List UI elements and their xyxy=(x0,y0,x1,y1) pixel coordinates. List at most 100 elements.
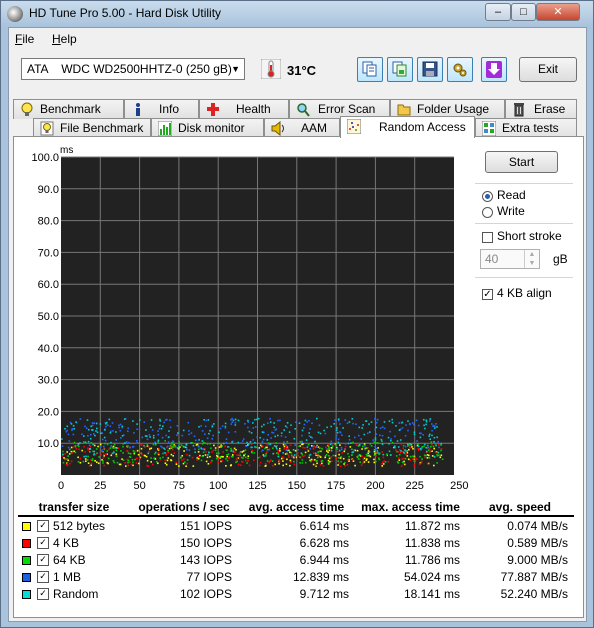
copy-screenshot-button[interactable] xyxy=(387,57,413,82)
tab-disk-monitor[interactable]: Disk monitor xyxy=(151,118,264,138)
data-point xyxy=(352,422,354,425)
menu-help[interactable]: Help xyxy=(52,32,77,46)
data-point xyxy=(330,425,332,428)
data-point xyxy=(358,444,361,446)
data-point xyxy=(240,451,242,453)
data-point xyxy=(165,463,168,466)
data-point xyxy=(251,450,254,452)
data-point xyxy=(197,457,200,460)
tab-file-benchmark[interactable]: File Benchmark xyxy=(33,118,151,138)
data-point xyxy=(308,419,310,422)
series-checkbox[interactable]: ✓ xyxy=(37,520,49,533)
data-point xyxy=(236,460,238,463)
data-point xyxy=(79,418,82,420)
copy-text-button[interactable] xyxy=(357,57,383,82)
y-tick-label: 50.0 xyxy=(38,311,59,323)
data-point xyxy=(311,445,313,447)
avg-speed-cell: 0.589 MB/s xyxy=(507,535,568,550)
data-point xyxy=(77,456,79,459)
tab-extra-tests[interactable]: Extra tests xyxy=(475,118,577,138)
max-access-cell: 11.838 ms xyxy=(404,535,460,550)
data-point xyxy=(152,463,154,466)
data-point xyxy=(247,460,249,462)
tab-benchmark[interactable]: Benchmark xyxy=(13,99,124,119)
tab-random-access[interactable]: Random Access xyxy=(340,116,475,138)
series-checkbox[interactable]: ✓ xyxy=(37,588,49,601)
data-point xyxy=(437,451,440,454)
maximize-button[interactable]: □ xyxy=(511,3,536,21)
data-point xyxy=(293,454,296,456)
data-point xyxy=(209,429,211,432)
speaker-icon xyxy=(271,121,284,136)
spin-down-icon[interactable]: ▼ xyxy=(524,259,539,268)
close-button[interactable]: ✕ xyxy=(536,3,580,21)
data-point xyxy=(289,461,292,463)
data-point xyxy=(285,449,288,451)
data-point xyxy=(407,429,409,432)
exit-button[interactable]: Exit xyxy=(519,57,577,82)
download-button[interactable] xyxy=(481,57,507,82)
minimize-button[interactable]: – xyxy=(485,3,511,21)
floppy-disk-icon xyxy=(422,61,438,77)
data-point xyxy=(107,424,109,426)
trash-icon xyxy=(514,103,524,117)
tab-erase[interactable]: Erase xyxy=(505,99,577,119)
x-tick-label: 25 xyxy=(94,480,106,492)
title-bar[interactable]: HD Tune Pro 5.00 - Hard Disk Utility – □… xyxy=(1,1,593,27)
data-point xyxy=(334,454,337,457)
data-point xyxy=(286,449,289,452)
series-checkbox[interactable]: ✓ xyxy=(37,537,49,550)
data-point xyxy=(92,443,94,446)
data-point xyxy=(410,444,413,446)
data-point xyxy=(426,444,429,447)
data-point xyxy=(283,445,286,448)
data-point xyxy=(85,460,87,462)
tab-health[interactable]: Health xyxy=(199,99,289,119)
data-point xyxy=(340,460,342,463)
data-point xyxy=(115,449,118,452)
tab-info-label: Info xyxy=(159,102,180,116)
options-button[interactable] xyxy=(447,57,473,82)
data-point xyxy=(298,422,301,424)
read-radio[interactable] xyxy=(482,191,493,202)
data-point xyxy=(363,433,366,436)
short-stroke-checkbox[interactable] xyxy=(482,232,493,243)
align-checkbox[interactable]: ✓ xyxy=(482,289,493,300)
data-point xyxy=(215,457,218,460)
data-point xyxy=(113,443,116,446)
short-stroke-stepper[interactable]: 40 ▲ ▼ xyxy=(480,249,540,269)
data-point xyxy=(299,456,301,458)
tab-info[interactable]: Info xyxy=(124,99,199,119)
data-point xyxy=(96,452,98,454)
series-checkbox[interactable]: ✓ xyxy=(37,571,49,584)
start-button[interactable]: Start xyxy=(485,151,558,173)
data-point xyxy=(400,465,403,467)
data-point xyxy=(195,444,198,446)
transfer-size-cell: ✓ Random xyxy=(18,585,130,602)
data-point xyxy=(190,442,192,444)
data-point xyxy=(402,447,404,449)
data-point xyxy=(91,458,94,460)
drive-select[interactable]: ATA WDC WD2500HHTZ-0 (250 gB) ▼ xyxy=(21,58,245,80)
data-point xyxy=(81,449,83,452)
data-point xyxy=(266,446,268,449)
data-point xyxy=(131,458,134,461)
tab-aam[interactable]: AAM xyxy=(264,118,340,138)
write-radio[interactable] xyxy=(482,207,493,218)
data-point xyxy=(413,433,416,436)
avg-speed-cell: 0.074 MB/s xyxy=(507,518,568,533)
data-point xyxy=(178,443,181,446)
menu-file[interactable]: File xyxy=(15,32,34,46)
data-point xyxy=(200,447,202,449)
data-point xyxy=(330,449,333,452)
data-point xyxy=(196,459,198,461)
data-point xyxy=(67,433,70,436)
data-point xyxy=(70,446,73,449)
data-point xyxy=(149,436,151,438)
data-point xyxy=(362,445,364,448)
save-button[interactable] xyxy=(417,57,443,82)
lightbulb-icon xyxy=(21,102,33,116)
series-checkbox[interactable]: ✓ xyxy=(37,554,49,567)
spin-up-icon[interactable]: ▲ xyxy=(524,250,539,259)
data-point xyxy=(398,422,400,424)
